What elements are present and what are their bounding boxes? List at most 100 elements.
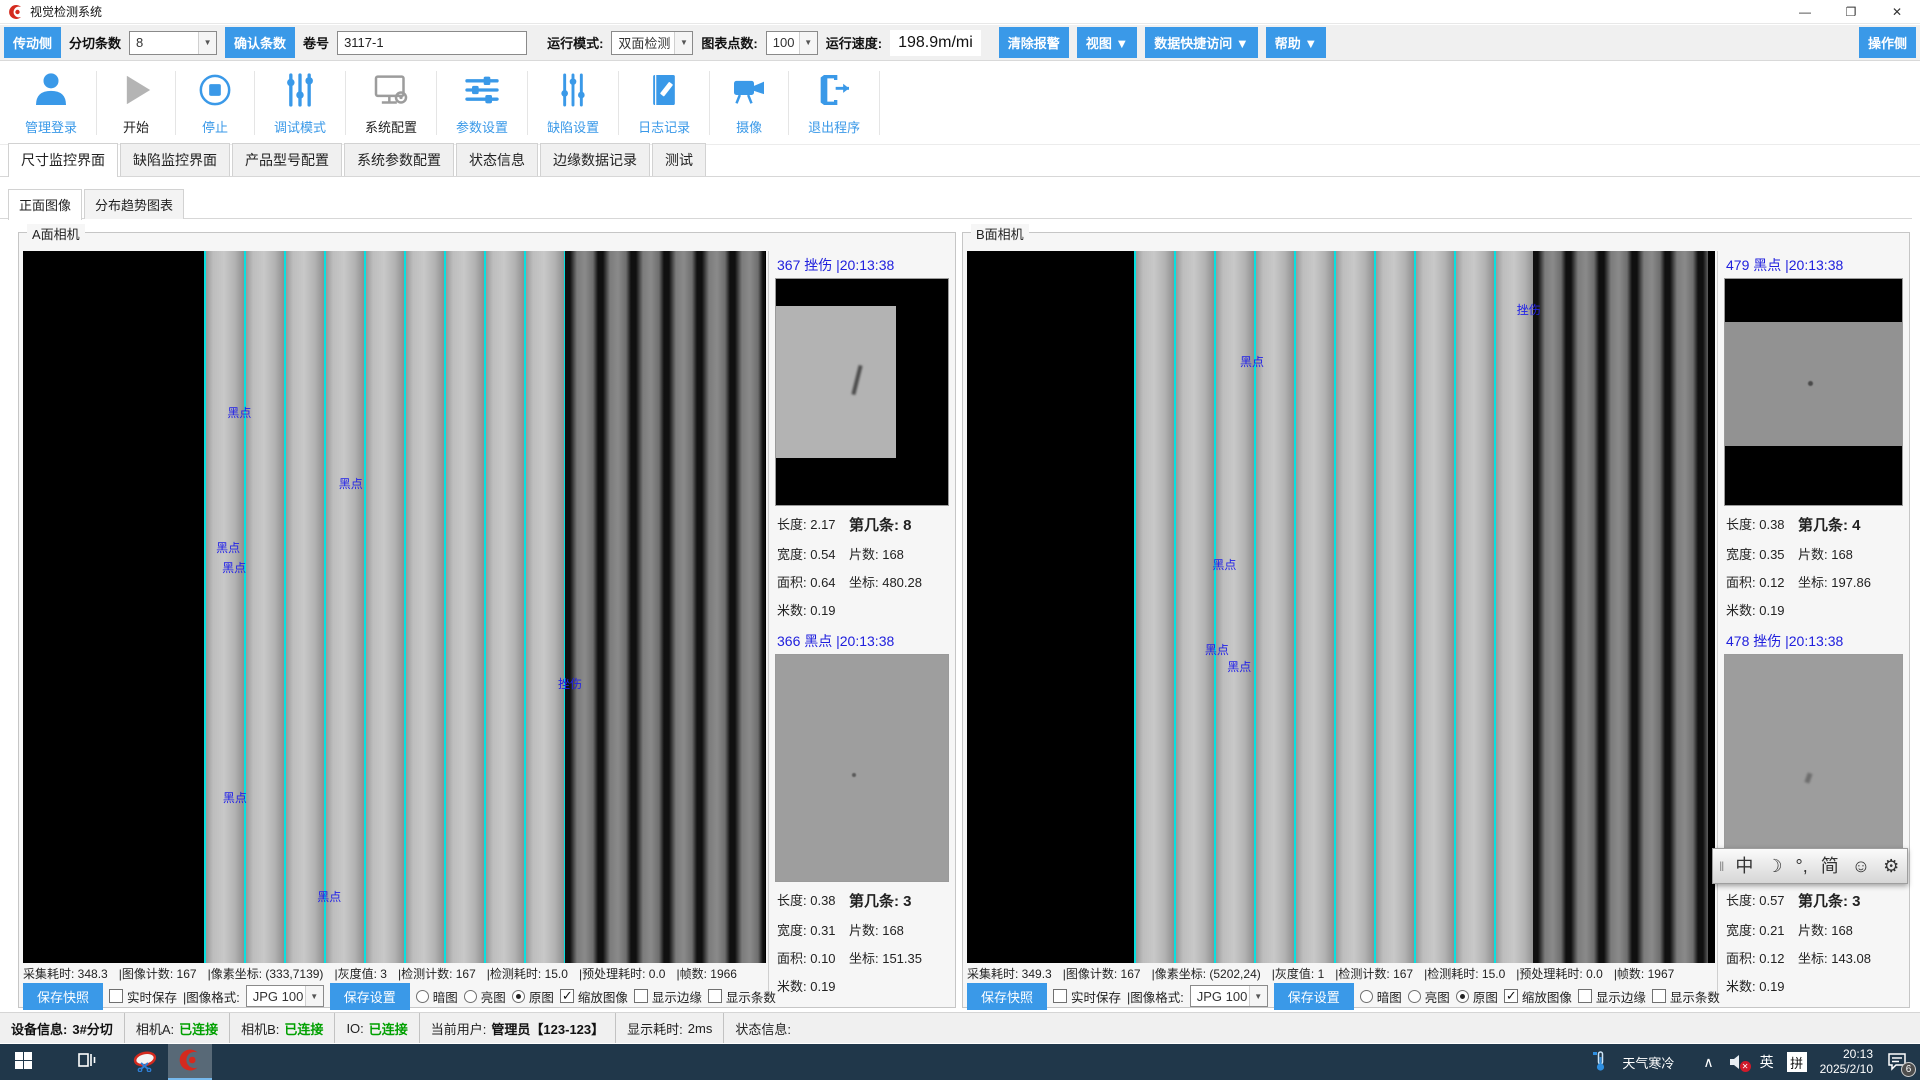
- ime-fullhalf-moon-icon[interactable]: ☽: [1766, 857, 1782, 875]
- taskbar-clock[interactable]: 20:13 2025/2/10: [1820, 1047, 1873, 1077]
- camA-original-image-radio[interactable]: [512, 990, 525, 1003]
- chevron-down-icon[interactable]: ▼: [674, 32, 692, 54]
- log-record-button[interactable]: 日志记录: [619, 71, 710, 135]
- start-button[interactable]: [0, 1044, 46, 1080]
- slit-count-select[interactable]: 8 ▼: [129, 31, 217, 55]
- operator-side-button[interactable]: 操作侧: [1859, 27, 1916, 58]
- stop-button[interactable]: 停止: [176, 71, 255, 135]
- exit-program-button[interactable]: 退出程序: [789, 71, 880, 135]
- volume-muted-icon[interactable]: ✕: [1727, 1052, 1747, 1072]
- action-center-button[interactable]: 6: [1886, 1051, 1910, 1073]
- task-view-button[interactable]: [64, 1044, 110, 1080]
- camA-save-settings-button[interactable]: 保存设置: [330, 983, 410, 1010]
- ribbon-item-label: 系统配置: [365, 117, 417, 136]
- weather-text[interactable]: 天气寒冷: [1622, 1053, 1674, 1072]
- thermometer-icon[interactable]: [1591, 1050, 1609, 1075]
- ime-emoji-button[interactable]: ☺: [1852, 857, 1870, 875]
- maximize-button[interactable]: ❐: [1828, 0, 1874, 23]
- tray-expand-chevron-icon[interactable]: ∧: [1703, 1054, 1713, 1071]
- camera-a-title: A面相机: [27, 224, 85, 243]
- chart-points-select[interactable]: 100 ▼: [766, 31, 818, 55]
- defect-thumbnail-image[interactable]: [1724, 278, 1903, 506]
- camA-show-count-checkbox[interactable]: [708, 989, 722, 1003]
- camera-a-live-image[interactable]: 黑点黑点黑点黑点挫伤黑点黑点: [23, 251, 766, 963]
- defect-settings-button[interactable]: 缺陷设置: [528, 71, 619, 135]
- chevron-down-icon[interactable]: ▼: [799, 32, 817, 54]
- camera-b-live-image[interactable]: 挫伤黑点黑点黑点黑点: [967, 251, 1715, 963]
- camera-b-controls: 保存快照 实时保存 |图像格式: JPG 100 ▼ 保存设置 暗图 亮图 原图…: [967, 984, 1720, 1008]
- chevron-down-icon[interactable]: ▼: [1249, 986, 1267, 1006]
- ribbon-item-label: 调试模式: [274, 117, 326, 136]
- camB-bright-image-radio[interactable]: [1408, 990, 1421, 1003]
- camB-zoom-image-checkbox[interactable]: [1504, 989, 1518, 1003]
- tab-6[interactable]: 测试: [652, 143, 706, 176]
- tab-5[interactable]: 边缘数据记录: [540, 143, 650, 176]
- camA-dark-image-radio[interactable]: [416, 990, 429, 1003]
- camB-show-count-checkbox[interactable]: [1652, 989, 1666, 1003]
- tab-4[interactable]: 状态信息: [456, 143, 538, 176]
- camB-save-settings-button[interactable]: 保存设置: [1274, 983, 1354, 1010]
- ime-simplified-button[interactable]: 简: [1821, 857, 1839, 875]
- clear-alarm-button[interactable]: 清除报警: [999, 27, 1069, 58]
- defect-thumbnail-image[interactable]: [775, 278, 949, 506]
- confirm-count-button[interactable]: 确认条数: [225, 27, 295, 58]
- ribbon-item-label: 参数设置: [456, 117, 508, 136]
- chevron-down-icon[interactable]: ▼: [198, 32, 216, 54]
- camB-save-snapshot-button[interactable]: 保存快照: [967, 983, 1047, 1010]
- roll-number-input[interactable]: 3117-1: [337, 31, 527, 55]
- drive-side-button[interactable]: 传动侧: [4, 27, 61, 58]
- camB-show-edge-checkbox[interactable]: [1578, 989, 1592, 1003]
- camera-capture-button[interactable]: 摄像: [710, 71, 789, 135]
- camB-original-image-radio[interactable]: [1456, 990, 1469, 1003]
- defect-thumbnail-image[interactable]: [775, 654, 949, 882]
- camA-realtime-save-checkbox[interactable]: [109, 989, 123, 1003]
- image-format-value: JPG 100: [1197, 989, 1248, 1004]
- taskbar-app-vision-system[interactable]: [168, 1044, 212, 1080]
- camA-save-snapshot-button[interactable]: 保存快照: [23, 983, 103, 1010]
- view-menu-button[interactable]: 视图 ▼: [1077, 27, 1137, 58]
- chevron-down-icon[interactable]: ▼: [305, 986, 323, 1006]
- defect-overlay-label: 黑点: [1212, 556, 1236, 573]
- run-mode-label: 运行模式:: [547, 33, 603, 52]
- camA-bright-image-radio[interactable]: [464, 990, 477, 1003]
- help-menu-button[interactable]: 帮助 ▼: [1266, 27, 1326, 58]
- tab-1[interactable]: 缺陷监控界面: [120, 143, 230, 176]
- admin-login-button[interactable]: 管理登录: [6, 71, 97, 135]
- status-message-label: 状态信息:: [735, 1019, 791, 1038]
- camB-dark-image-radio[interactable]: [1360, 990, 1373, 1003]
- defect-stat: 片数: 168: [1798, 544, 1903, 563]
- subtab-0[interactable]: 正面图像: [8, 189, 82, 220]
- language-indicator[interactable]: 英: [1760, 1052, 1774, 1072]
- ime-pinyin-indicator[interactable]: 拼: [1787, 1052, 1807, 1072]
- mute-badge: ✕: [1740, 1061, 1751, 1072]
- taskbar-app-snipping[interactable]: [124, 1044, 168, 1080]
- camB-realtime-save-checkbox[interactable]: [1053, 989, 1067, 1003]
- quick-access-menu-button[interactable]: 数据快捷访问 ▼: [1145, 27, 1257, 58]
- close-button[interactable]: ✕: [1874, 0, 1920, 23]
- camA-zoom-image-checkbox[interactable]: [560, 989, 574, 1003]
- parameter-settings-button[interactable]: 参数设置: [437, 71, 528, 135]
- camA-show-edge-checkbox[interactable]: [634, 989, 648, 1003]
- cameraB-defect-card-478: 478 挫伤 |20:13:38长度: 0.57第几条: 3宽度: 0.21片数…: [1724, 629, 1903, 995]
- tab-2[interactable]: 产品型号配置: [232, 143, 342, 176]
- image-format-label: |图像格式:: [1127, 987, 1184, 1006]
- drag-handle-icon[interactable]: ‖: [1719, 859, 1722, 874]
- camB-image-format-select[interactable]: JPG 100 ▼: [1190, 985, 1268, 1007]
- run-mode-select[interactable]: 双面检测 ▼: [611, 31, 693, 55]
- system-config-button[interactable]: 系统配置: [346, 71, 437, 135]
- tab-3[interactable]: 系统参数配置: [344, 143, 454, 176]
- defect-overlay-label: 黑点: [317, 888, 341, 905]
- ime-settings-gear-icon[interactable]: ⚙: [1883, 857, 1899, 875]
- subtab-1[interactable]: 分布趋势图表: [84, 189, 184, 219]
- defect-card-header: 367 挫伤 |20:13:38: [775, 253, 949, 278]
- defect-stat: 宽度: 0.21: [1726, 920, 1798, 939]
- defect-stat: 面积: 0.12: [1726, 948, 1798, 967]
- start-button[interactable]: 开始: [97, 71, 176, 135]
- defect-stat: 第几条: 8: [849, 514, 949, 535]
- ime-chinese-mode-button[interactable]: 中: [1735, 857, 1753, 875]
- tab-0[interactable]: 尺寸监控界面: [8, 143, 118, 177]
- ime-punctuation-button[interactable]: °,: [1796, 857, 1808, 875]
- camA-image-format-select[interactable]: JPG 100 ▼: [246, 985, 324, 1007]
- debug-mode-button[interactable]: 调试模式: [255, 71, 346, 135]
- minimize-button[interactable]: —: [1782, 0, 1828, 23]
